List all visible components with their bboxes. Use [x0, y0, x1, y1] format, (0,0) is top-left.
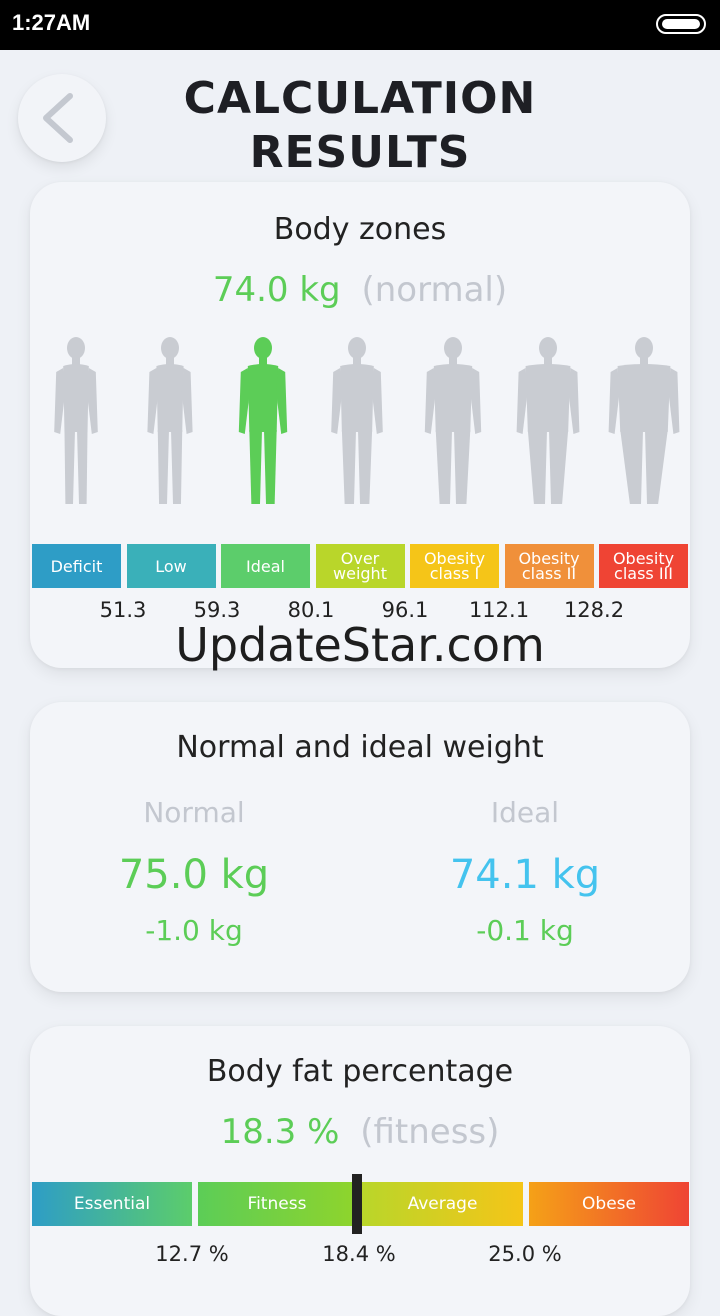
- ideal-diff: -0.1 kg: [476, 914, 574, 947]
- zone-segment-6: Obesity class II: [504, 544, 594, 588]
- normal-value: 75.0 kg: [118, 852, 270, 898]
- normal-diff: -1.0 kg: [145, 914, 243, 947]
- body-figure-7: [608, 337, 680, 504]
- battery-icon: [656, 14, 706, 34]
- fat-segment-label: Average: [407, 1194, 478, 1214]
- zone-label: Over weight: [333, 551, 387, 583]
- zone-segment-1: Deficit: [32, 544, 121, 588]
- zone-segment-4: Over weight: [315, 544, 405, 588]
- body-figure-4: [331, 337, 383, 504]
- zone-segment-2: Low: [126, 544, 216, 588]
- zone-label-line2: weight: [333, 564, 387, 583]
- zone-label: Deficit: [50, 556, 103, 576]
- watermark: UpdateStar.com: [175, 618, 545, 672]
- fat-segment-average: Average: [362, 1182, 523, 1226]
- fat-segment-essential: Essential: [32, 1182, 192, 1226]
- zone-segment-7: Obesity class III: [599, 544, 688, 588]
- zone-label: Obesity class III: [613, 551, 674, 583]
- body-fat-status: (fitness): [360, 1112, 500, 1152]
- body-figure-3: [238, 337, 288, 504]
- body-figures: [54, 337, 680, 504]
- status-bar: 1:27AM: [0, 0, 720, 50]
- zone-label: Obesity class I: [424, 551, 485, 583]
- normal-label: Normal: [143, 796, 245, 829]
- zone-segment-5: Obesity class I: [410, 544, 499, 588]
- fat-segment-fitness: Fitness: [198, 1182, 356, 1226]
- zone-label-line2: class II: [521, 564, 577, 583]
- body-weight-status: (normal): [361, 270, 508, 310]
- zone-label-line1: Ideal: [246, 556, 285, 576]
- zone-label-line2: class III: [614, 564, 673, 583]
- body-weight-value: 74.0 kg: [212, 270, 341, 310]
- fat-segment-label: Fitness: [247, 1194, 307, 1214]
- body-figure-5: [424, 337, 482, 504]
- chevron-left-icon: [43, 93, 73, 143]
- zone-segment-3: Ideal: [221, 544, 310, 588]
- body-zones-card: Body zones 74.0 kg (normal) Deficit Low Id…: [30, 182, 690, 672]
- page-title: CALCULATION RESULTS: [130, 72, 590, 180]
- status-time: 1:27AM: [12, 10, 91, 35]
- body-zones-value-row: 74.0 kg (normal): [30, 270, 690, 310]
- body-fat-marker: [352, 1174, 362, 1234]
- page-title-line1: CALCULATION: [183, 73, 537, 124]
- zone-label: Low: [155, 556, 187, 576]
- fat-threshold: 12.7 %: [155, 1242, 229, 1266]
- fat-segment-label: Essential: [73, 1194, 151, 1214]
- ideal-label: Ideal: [490, 796, 560, 829]
- body-figure-6: [516, 337, 580, 504]
- body-fat-card: Body fat percentage 18.3 % (fitness) Ess…: [30, 1026, 690, 1316]
- back-button[interactable]: [18, 74, 106, 162]
- zone-label-line1: Deficit: [50, 556, 103, 576]
- body-zones-title: Body zones: [273, 212, 447, 247]
- fat-segment-label: Obese: [582, 1194, 636, 1214]
- fat-threshold: 18.4 %: [322, 1242, 396, 1266]
- body-fat-value: 18.3 %: [220, 1112, 340, 1152]
- zone-label-line1: Low: [155, 556, 187, 576]
- zone-label-line2: class I: [429, 564, 480, 583]
- weights-card: Normal and ideal weight Normal 75.0 kg -…: [30, 702, 690, 992]
- zone-label: Ideal: [246, 556, 285, 576]
- body-figure-1: [54, 337, 98, 504]
- fat-segment-obese: Obese: [529, 1182, 689, 1226]
- body-fat-title: Body fat percentage: [206, 1054, 514, 1089]
- weights-title: Normal and ideal weight: [176, 730, 544, 765]
- ideal-value: 74.1 kg: [449, 852, 601, 898]
- fat-threshold: 25.0 %: [488, 1242, 562, 1266]
- body-figure-2: [147, 337, 193, 504]
- body-fat-value-row: 18.3 % (fitness): [30, 1112, 690, 1152]
- zone-label: Obesity class II: [518, 551, 579, 583]
- page-title-line2: RESULTS: [249, 127, 471, 178]
